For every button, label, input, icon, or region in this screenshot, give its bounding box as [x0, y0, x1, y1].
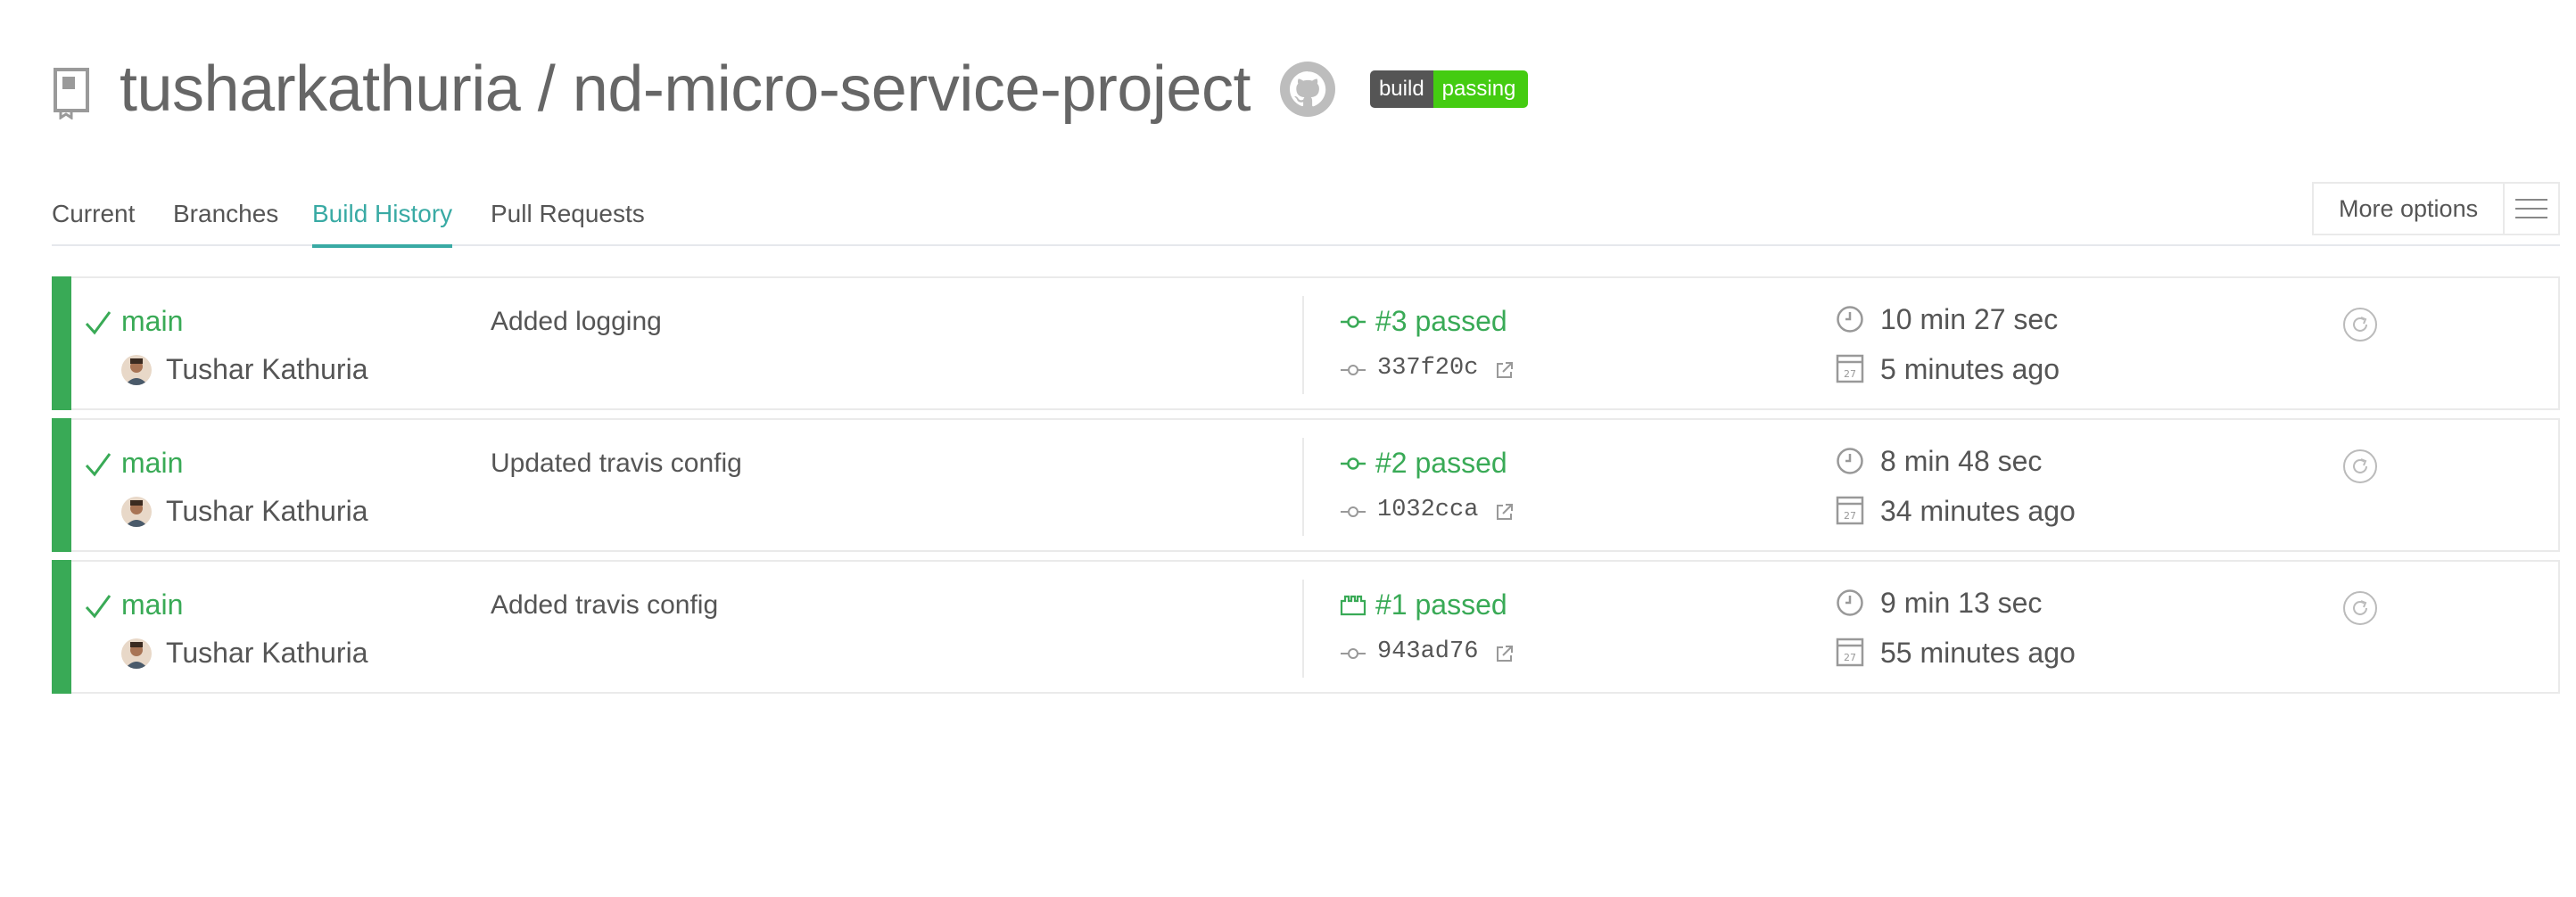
- more-options-label: More options: [2339, 194, 2479, 222]
- avatar: [121, 497, 152, 527]
- badge-status: passing: [1432, 70, 1529, 108]
- calendar-icon: 27: [1836, 496, 1864, 525]
- build-duration: 9 min 13 sec: [1880, 587, 2043, 619]
- tab-build-history[interactable]: Build History: [312, 200, 453, 248]
- push-icon: [1341, 316, 1366, 328]
- commit-message[interactable]: Added travis config: [491, 590, 718, 621]
- branch-name[interactable]: main: [121, 588, 183, 621]
- hamburger-menu-icon[interactable]: [2503, 184, 2558, 234]
- build-row[interactable]: main Tushar Kathuria Updated travis conf…: [52, 418, 2560, 552]
- finished-time: 5 minutes ago: [1880, 353, 2060, 385]
- svg-text:27: 27: [1844, 510, 1856, 522]
- repo-tabs: Current Branches Build History Pull Requ…: [52, 182, 2560, 248]
- tab-branches[interactable]: Branches: [173, 200, 278, 244]
- api-icon: [1340, 595, 1366, 616]
- status-stripe: [52, 560, 71, 694]
- svg-text:27: 27: [1844, 652, 1856, 663]
- author-name: Tushar Kathuria: [166, 353, 368, 385]
- github-icon[interactable]: [1279, 61, 1336, 118]
- repo-header: tusharkathuria / nd-micro-service-projec…: [52, 46, 1529, 132]
- branch-name[interactable]: main: [121, 447, 183, 480]
- more-options-button[interactable]: More options: [2312, 182, 2560, 235]
- build-duration: 8 min 48 sec: [1880, 445, 2043, 477]
- build-status-badge[interactable]: build passing: [1369, 70, 1529, 108]
- branch-name[interactable]: main: [121, 305, 183, 338]
- avatar: [121, 355, 152, 385]
- calendar-icon: 27: [1836, 638, 1864, 667]
- passed-check-icon: [85, 595, 111, 619]
- build-number-link[interactable]: #3 passed: [1375, 305, 1507, 338]
- divider: [1302, 580, 1304, 678]
- build-history-page: tusharkathuria / nd-micro-service-projec…: [0, 0, 2576, 897]
- svg-text:27: 27: [1844, 368, 1856, 380]
- avatar: [121, 638, 152, 669]
- commit-sha-link[interactable]: 943ad76: [1377, 638, 1478, 665]
- commit-icon: [1341, 506, 1366, 517]
- finished-time: 55 minutes ago: [1880, 637, 2076, 669]
- finished-time: 34 minutes ago: [1880, 495, 2076, 527]
- repo-icon: [54, 68, 89, 119]
- clock-icon: [1837, 306, 1863, 333]
- status-stripe: [52, 418, 71, 552]
- commit-sha-link[interactable]: 1032cca: [1377, 497, 1478, 523]
- divider: [1302, 296, 1304, 394]
- clock-icon: [1837, 589, 1863, 616]
- build-row[interactable]: main Tushar Kathuria Added logging #3 pa…: [52, 276, 2560, 410]
- build-number-link[interactable]: #2 passed: [1375, 447, 1507, 480]
- tab-pull-requests[interactable]: Pull Requests: [491, 200, 645, 244]
- external-link-icon[interactable]: [1495, 644, 1515, 663]
- build-row[interactable]: main Tushar Kathuria Added travis config…: [52, 560, 2560, 694]
- commit-message[interactable]: Added logging: [491, 307, 662, 337]
- restart-icon[interactable]: [2342, 590, 2378, 626]
- author-name: Tushar Kathuria: [166, 495, 368, 527]
- passed-check-icon: [85, 453, 111, 477]
- build-number-link[interactable]: #1 passed: [1375, 588, 1507, 621]
- commit-message[interactable]: Updated travis config: [491, 448, 742, 479]
- commit-icon: [1341, 648, 1366, 659]
- external-link-icon[interactable]: [1495, 502, 1515, 522]
- external-link-icon[interactable]: [1495, 360, 1515, 380]
- status-stripe: [52, 276, 71, 410]
- divider: [1302, 438, 1304, 536]
- commit-sha-link[interactable]: 337f20c: [1377, 355, 1478, 382]
- passed-check-icon: [85, 311, 111, 335]
- build-duration: 10 min 27 sec: [1880, 303, 2059, 335]
- commit-icon: [1341, 365, 1366, 375]
- push-icon: [1341, 457, 1366, 470]
- restart-icon[interactable]: [2342, 448, 2378, 484]
- author-name: Tushar Kathuria: [166, 637, 368, 669]
- repo-title[interactable]: tusharkathuria / nd-micro-service-projec…: [120, 53, 1251, 126]
- restart-icon[interactable]: [2342, 307, 2378, 342]
- clock-icon: [1837, 448, 1863, 474]
- tab-current[interactable]: Current: [52, 200, 135, 244]
- calendar-icon: 27: [1836, 354, 1864, 383]
- badge-label: build: [1369, 70, 1433, 108]
